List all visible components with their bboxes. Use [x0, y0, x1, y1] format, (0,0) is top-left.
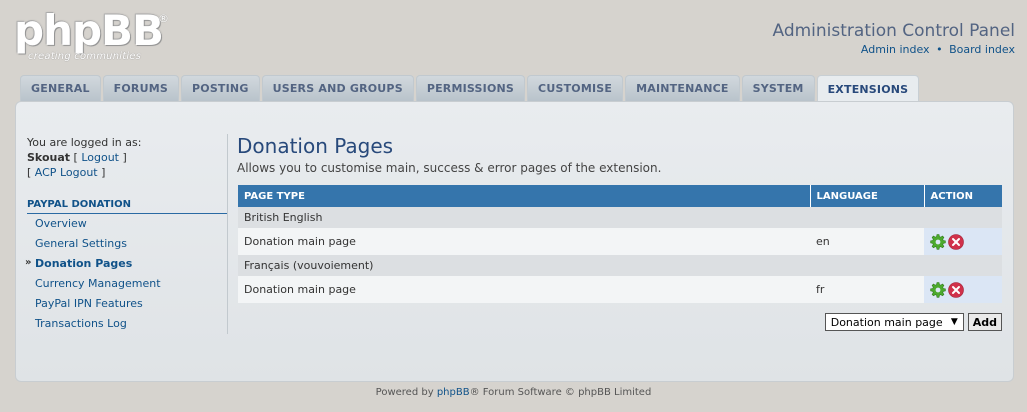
acp-logout-link[interactable]: ACP Logout [35, 166, 98, 179]
edit-gear-icon[interactable] [930, 233, 946, 250]
page-title: Donation Pages [237, 134, 394, 158]
table-header-row: PAGE TYPE LANGUAGE ACTION [238, 185, 1002, 207]
phpbb-logo[interactable]: phpBB ® creating communities [14, 6, 174, 64]
page-type-select-value: Donation main page [830, 315, 943, 329]
page-type-cell: Donation main page [238, 276, 810, 303]
tab-posting[interactable]: POSTING [181, 75, 260, 101]
language-cell: en [810, 228, 924, 255]
tab-general[interactable]: GENERAL [20, 75, 101, 101]
sidebar-item-paypal-ipn-features[interactable]: PayPal IPN Features [27, 294, 227, 314]
main-tabs: GENERAL FORUMS POSTING USERS AND GROUPS … [20, 75, 921, 102]
table-row: Donation main page fr [238, 276, 1002, 303]
logo-text: phpBB [14, 6, 164, 55]
tab-customise[interactable]: CUSTOMISE [527, 75, 624, 101]
footer: Powered by phpBB® Forum Software © phpBB… [0, 387, 1027, 398]
tab-users-and-groups[interactable]: USERS AND GROUPS [261, 75, 414, 101]
header-links: Admin index • Board index [861, 43, 1015, 56]
dropdown-arrow-icon: ▼ [950, 317, 958, 327]
sidebar-menu: Overview General Settings Donation Pages… [25, 214, 227, 334]
language-group-row: Français (vouvoiement) [238, 255, 1002, 276]
add-button[interactable]: Add [967, 313, 1002, 331]
acp-title: Administration Control Panel [772, 21, 1015, 41]
col-page-type: PAGE TYPE [238, 185, 811, 207]
tab-forums[interactable]: FORUMS [102, 75, 179, 101]
language-group-row: British English [238, 207, 1002, 228]
username: Skouat [27, 151, 71, 164]
delete-icon[interactable] [948, 233, 964, 250]
page-type-select[interactable]: Donation main page ▼ [824, 313, 964, 331]
admin-index-link[interactable]: Admin index [861, 43, 930, 56]
logo-tagline: creating communities [28, 51, 142, 62]
edit-gear-icon[interactable] [930, 281, 946, 298]
col-action: ACTION [924, 185, 1002, 207]
col-language: LANGUAGE [810, 185, 925, 207]
page-description: Allows you to customise main, success & … [237, 161, 662, 175]
sidebar-item-overview[interactable]: Overview [27, 214, 227, 234]
table-row: Donation main page en [238, 228, 1002, 255]
tab-maintenance[interactable]: MAINTENANCE [625, 75, 740, 101]
language-group-label: British English [238, 207, 1002, 228]
delete-icon[interactable] [948, 281, 964, 298]
login-info: You are logged in as: Skouat [ Logout ] … [27, 135, 227, 180]
board-index-link[interactable]: Board index [949, 43, 1015, 56]
action-cell [924, 228, 1002, 255]
sidebar-item-currency-management[interactable]: Currency Management [27, 274, 227, 294]
donation-pages-table: PAGE TYPE LANGUAGE ACTION British Englis… [238, 185, 1002, 303]
sidebar-item-transactions-log[interactable]: Transactions Log [27, 314, 227, 334]
sidebar-divider [227, 134, 228, 334]
logged-in-label: You are logged in as: [27, 136, 142, 149]
logout-link[interactable]: Logout [81, 151, 119, 164]
sidebar-item-donation-pages[interactable]: Donation Pages [25, 253, 227, 274]
link-separator: • [936, 43, 943, 56]
menu-heading: PAYPAL DONATION [27, 197, 227, 214]
footer-suffix: ® Forum Software © phpBB Limited [469, 387, 652, 398]
tab-extensions[interactable]: EXTENSIONS [816, 75, 920, 102]
tab-permissions[interactable]: PERMISSIONS [415, 75, 526, 101]
sidebar-item-general-settings[interactable]: General Settings [27, 234, 227, 254]
add-page-form: Donation main page ▼ Add [824, 313, 1002, 331]
footer-phpbb-link[interactable]: phpBB [437, 387, 470, 398]
action-cell [924, 276, 1002, 303]
language-group-label: Français (vouvoiement) [238, 255, 1002, 276]
footer-prefix: Powered by [375, 387, 437, 398]
page-type-cell: Donation main page [238, 228, 810, 255]
logo-registered-mark: ® [158, 12, 169, 25]
language-cell: fr [810, 276, 924, 303]
tab-system[interactable]: SYSTEM [741, 75, 815, 101]
